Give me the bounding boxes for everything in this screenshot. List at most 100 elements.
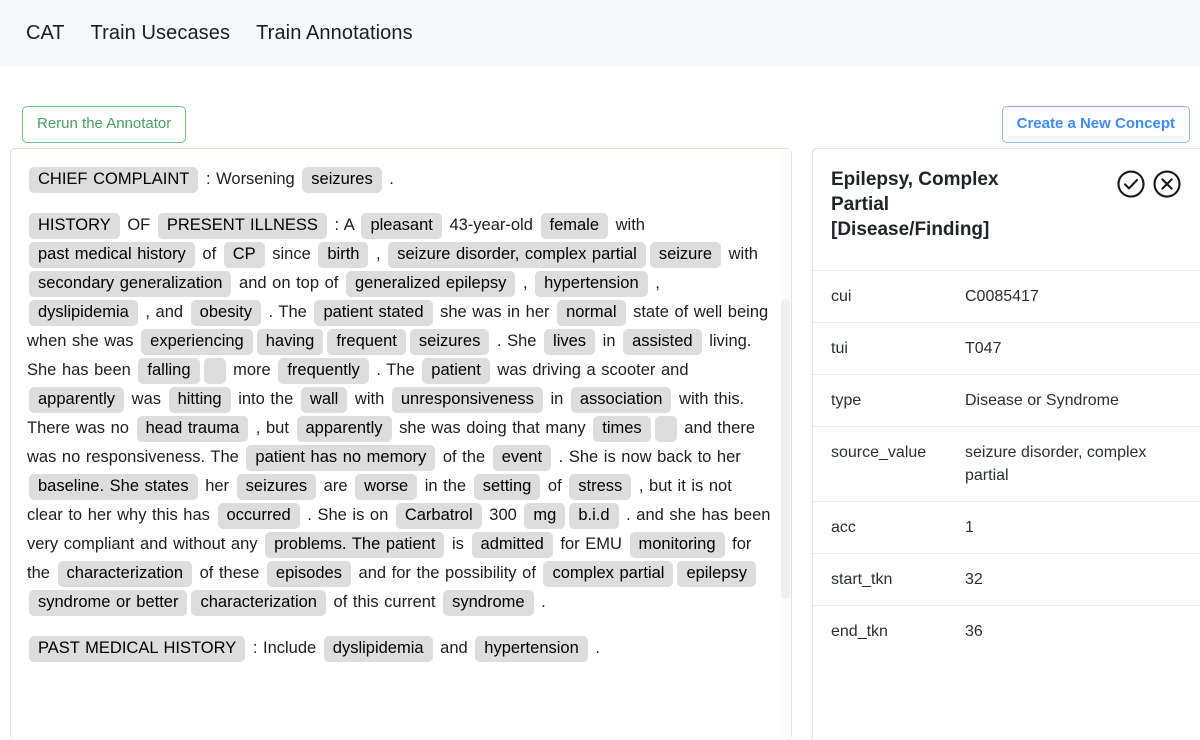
concept-attribute-value: C0085417 bbox=[965, 288, 1039, 305]
annotation-chip[interactable]: falling bbox=[138, 358, 200, 384]
document-plain-text: , but bbox=[250, 419, 295, 437]
annotation-chip[interactable]: syndrome or better bbox=[29, 590, 188, 616]
document-plain-text: of this current bbox=[327, 593, 442, 611]
document-panel-wrapper: CHIEF COMPLAINT : Worsening seizures . H… bbox=[10, 148, 792, 740]
nav-brand-cat[interactable]: CAT bbox=[26, 22, 65, 45]
annotation-chip[interactable]: hitting bbox=[168, 387, 231, 413]
annotation-chip[interactable]: hypertension bbox=[475, 636, 588, 662]
nav-link-train-annotations[interactable]: Train Annotations bbox=[256, 22, 413, 45]
annotation-chip[interactable]: female bbox=[540, 213, 609, 239]
annotation-chip[interactable]: frequent bbox=[327, 329, 406, 355]
document-scrollbar-track[interactable] bbox=[781, 149, 791, 739]
annotated-document-panel[interactable]: CHIEF COMPLAINT : Worsening seizures . H… bbox=[10, 148, 792, 740]
annotation-chip[interactable]: obesity bbox=[190, 300, 261, 326]
annotation-chip[interactable]: patient has no memory bbox=[246, 445, 436, 471]
annotation-chip[interactable]: admitted bbox=[471, 532, 553, 558]
document-plain-text: : Worsening bbox=[200, 170, 301, 188]
annotation-chip[interactable]: head trauma bbox=[136, 416, 249, 442]
annotation-chip[interactable]: PRESENT ILLNESS bbox=[157, 213, 327, 239]
document-plain-text: since bbox=[266, 245, 317, 263]
document-plain-text: was driving a scooter and bbox=[491, 361, 689, 379]
document-paragraph: PAST MEDICAL HISTORY : Include dyslipide… bbox=[27, 634, 771, 663]
annotation-chip[interactable]: frequently bbox=[278, 358, 369, 384]
concept-title-line: [Disease/Finding] bbox=[831, 219, 990, 240]
annotation-chip[interactable]: seizure disorder, complex partial bbox=[388, 242, 646, 268]
annotation-chip[interactable]: dyslipidemia bbox=[29, 300, 138, 326]
annotation-chip[interactable]: secondary generalization bbox=[29, 271, 232, 297]
annotation-chip[interactable]: apparently bbox=[29, 387, 125, 413]
annotation-chip[interactable]: monitoring bbox=[629, 532, 725, 558]
annotation-chip[interactable]: b.i.d bbox=[569, 503, 619, 529]
top-navbar: CAT Train Usecases Train Annotations bbox=[0, 0, 1200, 67]
document-plain-text: her bbox=[199, 477, 235, 495]
document-plain-text: . The bbox=[262, 303, 313, 321]
annotation-chip[interactable]: generalized epilepsy bbox=[345, 271, 516, 297]
annotation-chip[interactable]: lives bbox=[544, 329, 596, 355]
annotation-chip[interactable]: baseline. She states bbox=[29, 474, 198, 500]
annotation-chip[interactable]: wall bbox=[300, 387, 348, 413]
document-scrollbar-thumb[interactable] bbox=[781, 299, 790, 599]
annotated-document-text: CHIEF COMPLAINT : Worsening seizures . H… bbox=[27, 165, 771, 663]
annotation-chip[interactable]: problems. The patient bbox=[265, 532, 445, 558]
nav-link-train-usecases[interactable]: Train Usecases bbox=[91, 22, 231, 45]
annotation-chip[interactable]: times bbox=[593, 416, 651, 442]
annotation-chip[interactable]: CP bbox=[223, 242, 265, 268]
annotation-chip[interactable]: patient bbox=[422, 358, 490, 384]
annotation-chip[interactable]: normal bbox=[557, 300, 626, 326]
annotation-chip[interactable]: seizures bbox=[236, 474, 317, 500]
annotation-chip[interactable]: experiencing bbox=[141, 329, 253, 355]
annotation-chip[interactable]: occurred bbox=[217, 503, 300, 529]
create-new-concept-button[interactable]: Create a New Concept bbox=[1001, 106, 1190, 143]
annotation-chip[interactable]: past medical history bbox=[29, 242, 195, 268]
document-plain-text: 43-year-old bbox=[443, 216, 539, 234]
document-plain-text: , and bbox=[139, 303, 189, 321]
annotation-chip[interactable]: characterization bbox=[191, 590, 326, 616]
concept-header: Epilepsy, Complex Partial [Disease/Finding… bbox=[813, 149, 1200, 242]
annotation-chip[interactable]: hypertension bbox=[535, 271, 648, 297]
annotation-chip[interactable]: mg bbox=[524, 503, 566, 529]
annotation-chip[interactable] bbox=[654, 416, 677, 442]
annotation-chip[interactable]: seizure bbox=[649, 242, 722, 268]
document-plain-text: and bbox=[434, 639, 474, 657]
x-circle-icon[interactable] bbox=[1152, 169, 1182, 204]
main-content: CHIEF COMPLAINT : Worsening seizures . H… bbox=[0, 148, 1200, 740]
annotation-chip[interactable]: association bbox=[570, 387, 672, 413]
annotation-chip[interactable]: characterization bbox=[57, 561, 193, 587]
document-plain-text: . The bbox=[370, 361, 421, 379]
annotation-chip[interactable]: Carbatrol bbox=[395, 503, 482, 529]
concept-attributes-table: cui C0085417 tui T047 type Disease or Syndrom… bbox=[813, 270, 1200, 657]
rerun-annotator-button[interactable]: Rerun the Annotator bbox=[22, 106, 187, 143]
annotation-chip[interactable]: pleasant bbox=[361, 213, 442, 239]
annotation-chip[interactable]: HISTORY bbox=[29, 213, 120, 239]
annotation-chip[interactable]: unresponsiveness bbox=[391, 387, 543, 413]
concept-attribute-key: type bbox=[831, 392, 862, 409]
annotation-chip[interactable]: CHIEF COMPLAINT bbox=[29, 167, 199, 193]
annotation-chip[interactable]: birth bbox=[318, 242, 369, 268]
annotation-chip[interactable]: dyslipidemia bbox=[323, 636, 433, 662]
document-plain-text: . bbox=[383, 170, 394, 188]
annotation-chip[interactable]: seizures bbox=[409, 329, 490, 355]
annotation-chip[interactable]: PAST MEDICAL HISTORY bbox=[29, 636, 246, 662]
annotation-chip[interactable]: stress bbox=[569, 474, 632, 500]
annotation-chip[interactable]: having bbox=[256, 329, 324, 355]
check-circle-icon[interactable] bbox=[1116, 169, 1146, 204]
annotation-chip[interactable]: seizures bbox=[302, 167, 382, 193]
annotation-chip[interactable]: complex partial bbox=[543, 561, 674, 587]
concept-detail-panel: Epilepsy, Complex Partial [Disease/Finding… bbox=[812, 148, 1200, 740]
concept-title-line: Partial bbox=[831, 194, 890, 215]
annotation-chip[interactable]: setting bbox=[473, 474, 541, 500]
annotation-chip[interactable]: syndrome bbox=[443, 590, 534, 616]
annotation-chip[interactable]: worse bbox=[355, 474, 418, 500]
document-plain-text: of these bbox=[194, 564, 265, 582]
annotation-chip[interactable]: epilepsy bbox=[677, 561, 756, 587]
document-plain-text: of bbox=[196, 245, 222, 263]
concept-attribute-row: source_value seizure disorder, complex pa… bbox=[813, 426, 1200, 502]
annotation-chip[interactable]: episodes bbox=[266, 561, 351, 587]
annotation-chip[interactable]: event bbox=[492, 445, 552, 471]
annotation-chip[interactable]: assisted bbox=[623, 329, 702, 355]
annotation-chip[interactable] bbox=[203, 358, 226, 384]
annotation-chip[interactable]: patient stated bbox=[314, 300, 433, 326]
annotation-chip[interactable]: apparently bbox=[296, 416, 392, 442]
concept-attribute-key: start_tkn bbox=[831, 571, 893, 588]
concept-title: Epilepsy, Complex Partial [Disease/Finding… bbox=[831, 167, 999, 242]
